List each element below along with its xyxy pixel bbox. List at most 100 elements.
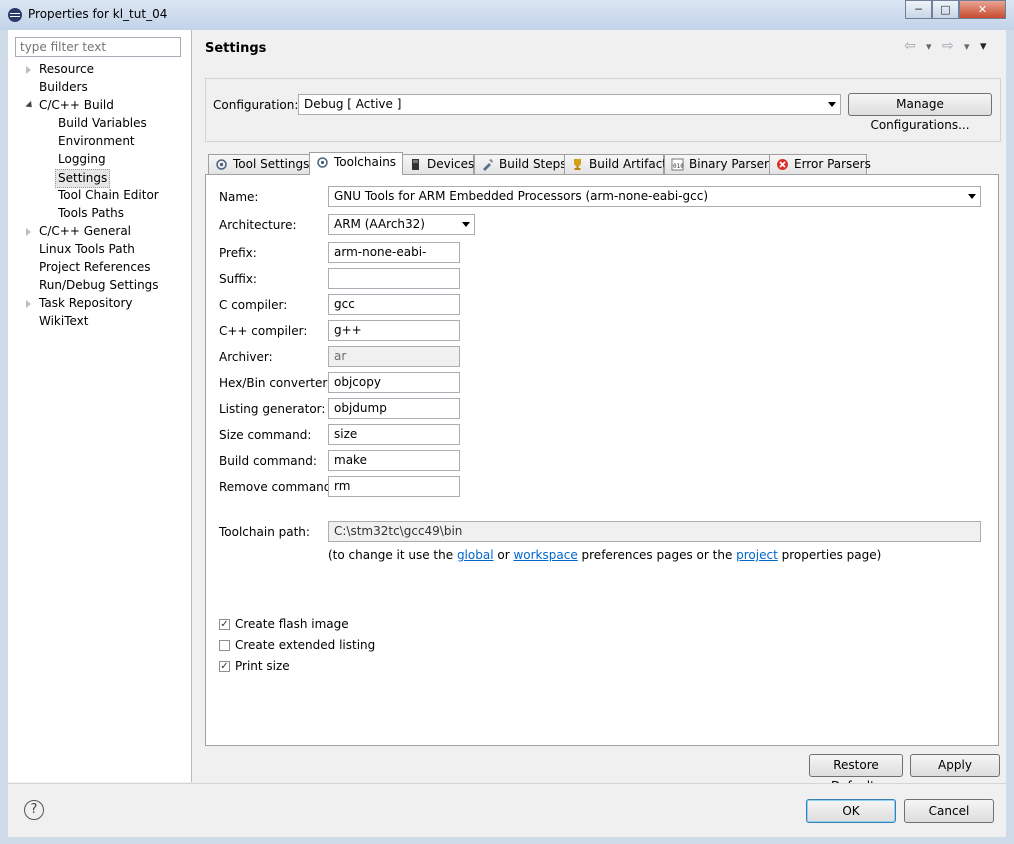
field-label: Hex/Bin converter: <box>219 376 332 390</box>
checkbox-checked[interactable]: ✓ <box>219 661 230 672</box>
tree-item-label: Run/Debug Settings <box>39 278 159 292</box>
tree-item[interactable]: Task Repository <box>39 295 133 312</box>
build-artifact-icon <box>574 159 581 170</box>
tree-item[interactable]: Linux Tools Path <box>39 241 135 258</box>
toolchains-icon <box>317 157 328 168</box>
apply-button[interactable]: Apply <box>910 754 1000 777</box>
toolchain-name-select[interactable]: GNU Tools for ARM Embedded Processors (a… <box>328 186 981 207</box>
tree-item[interactable]: Tool Chain Editor <box>58 187 159 204</box>
chevron-down-icon <box>462 222 470 227</box>
tree-item[interactable]: Builders <box>39 79 88 96</box>
tree-item[interactable]: WikiText <box>39 313 89 330</box>
tab-tool-settings[interactable]: Tool Settings <box>208 154 310 174</box>
tree-item[interactable]: Build Variables <box>58 115 147 132</box>
tab-label: Build Artifact <box>589 157 667 171</box>
toolchain-path-label: Toolchain path: <box>219 525 310 539</box>
svg-text:010: 010 <box>673 163 684 170</box>
command-input[interactable] <box>328 268 460 289</box>
field-label: C++ compiler: <box>219 324 308 338</box>
close-button[interactable]: ✕ <box>959 0 1006 19</box>
help-text-or: or <box>493 548 514 562</box>
tree-item-label: Logging <box>58 152 106 166</box>
toolchains-panel: Name: GNU Tools for ARM Embedded Process… <box>205 174 999 746</box>
tree-item-label: Tool Chain Editor <box>58 188 159 202</box>
checkbox-unchecked[interactable] <box>219 640 230 651</box>
name-label: Name: <box>219 190 259 204</box>
checkbox-label: Create extended listing <box>235 638 376 652</box>
tree-item[interactable]: C/C++ General <box>39 223 131 240</box>
ok-button[interactable]: OK <box>806 799 896 823</box>
left-pane: Resource Builders C/C++ Build Build Variabl… <box>8 30 192 782</box>
field-label: Remove command: <box>219 480 336 494</box>
tree-item-label: C/C++ General <box>39 224 132 238</box>
tree-item[interactable]: C/C++ Build <box>39 97 114 114</box>
cancel-button[interactable]: Cancel <box>904 799 994 823</box>
field-label: Archiver: <box>219 350 273 364</box>
tree-item-label: Linux Tools Path <box>39 242 135 256</box>
tree-item-label: Task Repository <box>39 296 133 310</box>
manage-configurations-button[interactable]: Manage Configurations... <box>848 93 992 132</box>
workspace-link[interactable]: workspace <box>513 548 577 562</box>
tree-item[interactable]: Run/Debug Settings <box>39 277 159 294</box>
tab-build-steps[interactable]: Build Steps <box>474 154 567 174</box>
expanded-triangle-icon[interactable] <box>25 100 35 111</box>
field-label: Listing generator: <box>219 402 326 416</box>
tab-devices[interactable]: Devices <box>402 154 474 174</box>
forward-arrow-icon[interactable]: ⇨ <box>942 38 954 54</box>
command-input[interactable]: size <box>328 424 460 445</box>
binary-parsers-icon: 010 <box>671 158 684 171</box>
filter-input[interactable] <box>15 37 181 57</box>
dialog-client-area: Resource Builders C/C++ Build Build Variabl… <box>8 30 1006 837</box>
tree-item-label: Environment <box>58 134 135 148</box>
tree-item-label: Builders <box>39 80 88 94</box>
view-menu-icon[interactable]: ▾ <box>980 39 987 54</box>
minimize-button[interactable]: ─ <box>905 0 932 19</box>
tree-item-label: Settings <box>58 171 108 185</box>
tree-item[interactable]: Tools Paths <box>58 205 124 222</box>
tree-item[interactable]: Project References <box>39 259 151 276</box>
command-input[interactable]: rm <box>328 476 460 497</box>
restore-defaults-button[interactable]: Restore Defaults <box>809 754 903 793</box>
command-input[interactable]: make <box>328 450 460 471</box>
command-input[interactable]: arm-none-eabi- <box>328 242 460 263</box>
collapsed-triangle-icon[interactable] <box>26 300 31 308</box>
back-arrow-icon[interactable]: ⇦ <box>904 38 916 54</box>
collapsed-triangle-icon[interactable] <box>26 66 31 74</box>
checkbox-checked[interactable]: ✓ <box>219 619 230 630</box>
field-label: Build command: <box>219 454 317 468</box>
command-input[interactable]: gcc <box>328 294 460 315</box>
collapsed-triangle-icon[interactable] <box>26 228 31 236</box>
tree-item-label: C/C++ Build <box>39 98 114 112</box>
command-input[interactable]: g++ <box>328 320 460 341</box>
global-link[interactable]: global <box>457 548 494 562</box>
command-input[interactable]: objcopy <box>328 372 460 393</box>
tab-binary-parsers[interactable]: 010 Binary Parsers <box>664 154 775 174</box>
checkbox-label: Print size <box>235 659 290 673</box>
tab-toolchains[interactable]: Toolchains <box>309 152 403 175</box>
chevron-down-icon <box>828 102 836 107</box>
configuration-select[interactable]: Debug [ Active ] <box>298 94 841 115</box>
tab-label: Build Steps <box>499 157 567 171</box>
dialog-button-bar: ? OK Cancel <box>8 783 1006 837</box>
tab-label: Binary Parsers <box>689 157 776 171</box>
architecture-label: Architecture: <box>219 218 297 232</box>
right-pane: Settings ⇦ ▾ ⇨ ▾ ▾ Configuration: Debug … <box>192 30 1006 793</box>
toolchain-path-field: C:\stm32tc\gcc49\bin <box>328 521 981 542</box>
build-steps-icon <box>483 159 493 171</box>
toolchain-path-help: (to change it use the global or workspac… <box>328 548 881 562</box>
back-history-dropdown-icon[interactable]: ▾ <box>926 40 932 53</box>
tab-error-parsers[interactable]: Error Parsers <box>769 154 871 174</box>
tree-item[interactable]: Settings <box>55 169 111 188</box>
project-link[interactable]: project <box>736 548 778 562</box>
architecture-value: ARM (AArch32) <box>334 217 425 231</box>
tree-item[interactable]: Logging <box>58 151 106 168</box>
tree-item[interactable]: Resource <box>39 61 94 78</box>
tree-item[interactable]: Environment <box>58 133 135 150</box>
forward-history-dropdown-icon[interactable]: ▾ <box>964 40 970 53</box>
maximize-button[interactable]: □ <box>932 0 959 19</box>
architecture-select[interactable]: ARM (AArch32) <box>328 214 475 235</box>
command-input[interactable]: objdump <box>328 398 460 419</box>
title-bar: Properties for kl_tut_04 ─ □ ✕ <box>0 0 1014 30</box>
help-icon[interactable]: ? <box>24 800 44 820</box>
tab-build-artifact[interactable]: Build Artifact <box>564 154 667 174</box>
